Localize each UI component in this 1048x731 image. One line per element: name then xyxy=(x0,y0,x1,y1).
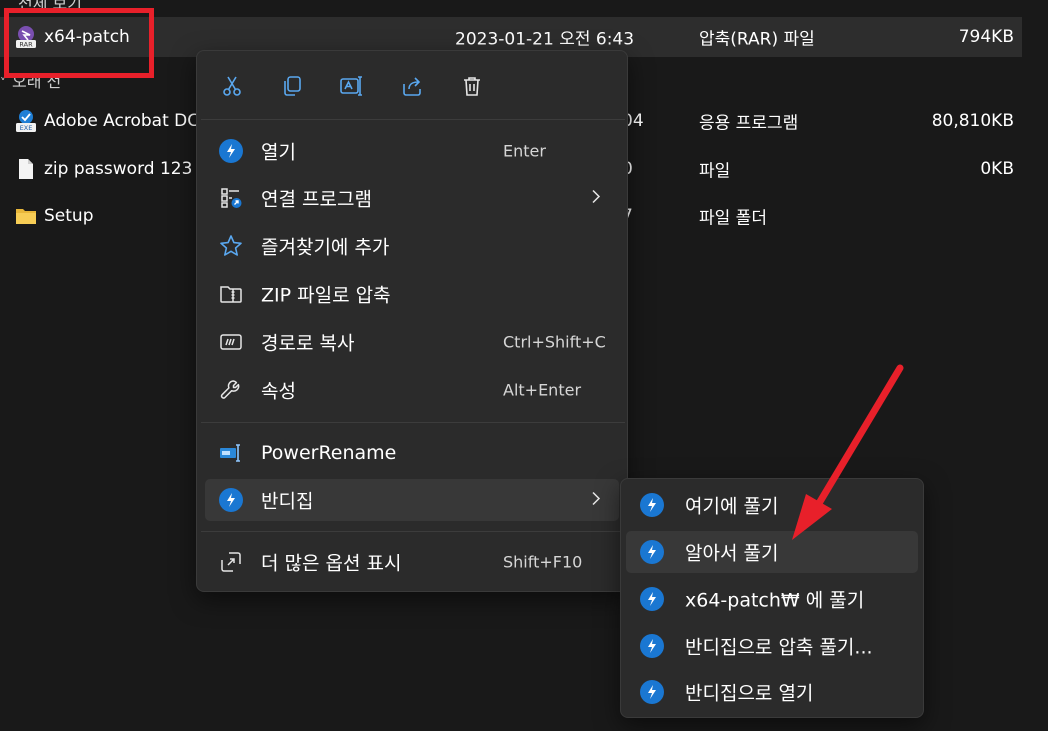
annotation-arrow xyxy=(792,364,904,540)
